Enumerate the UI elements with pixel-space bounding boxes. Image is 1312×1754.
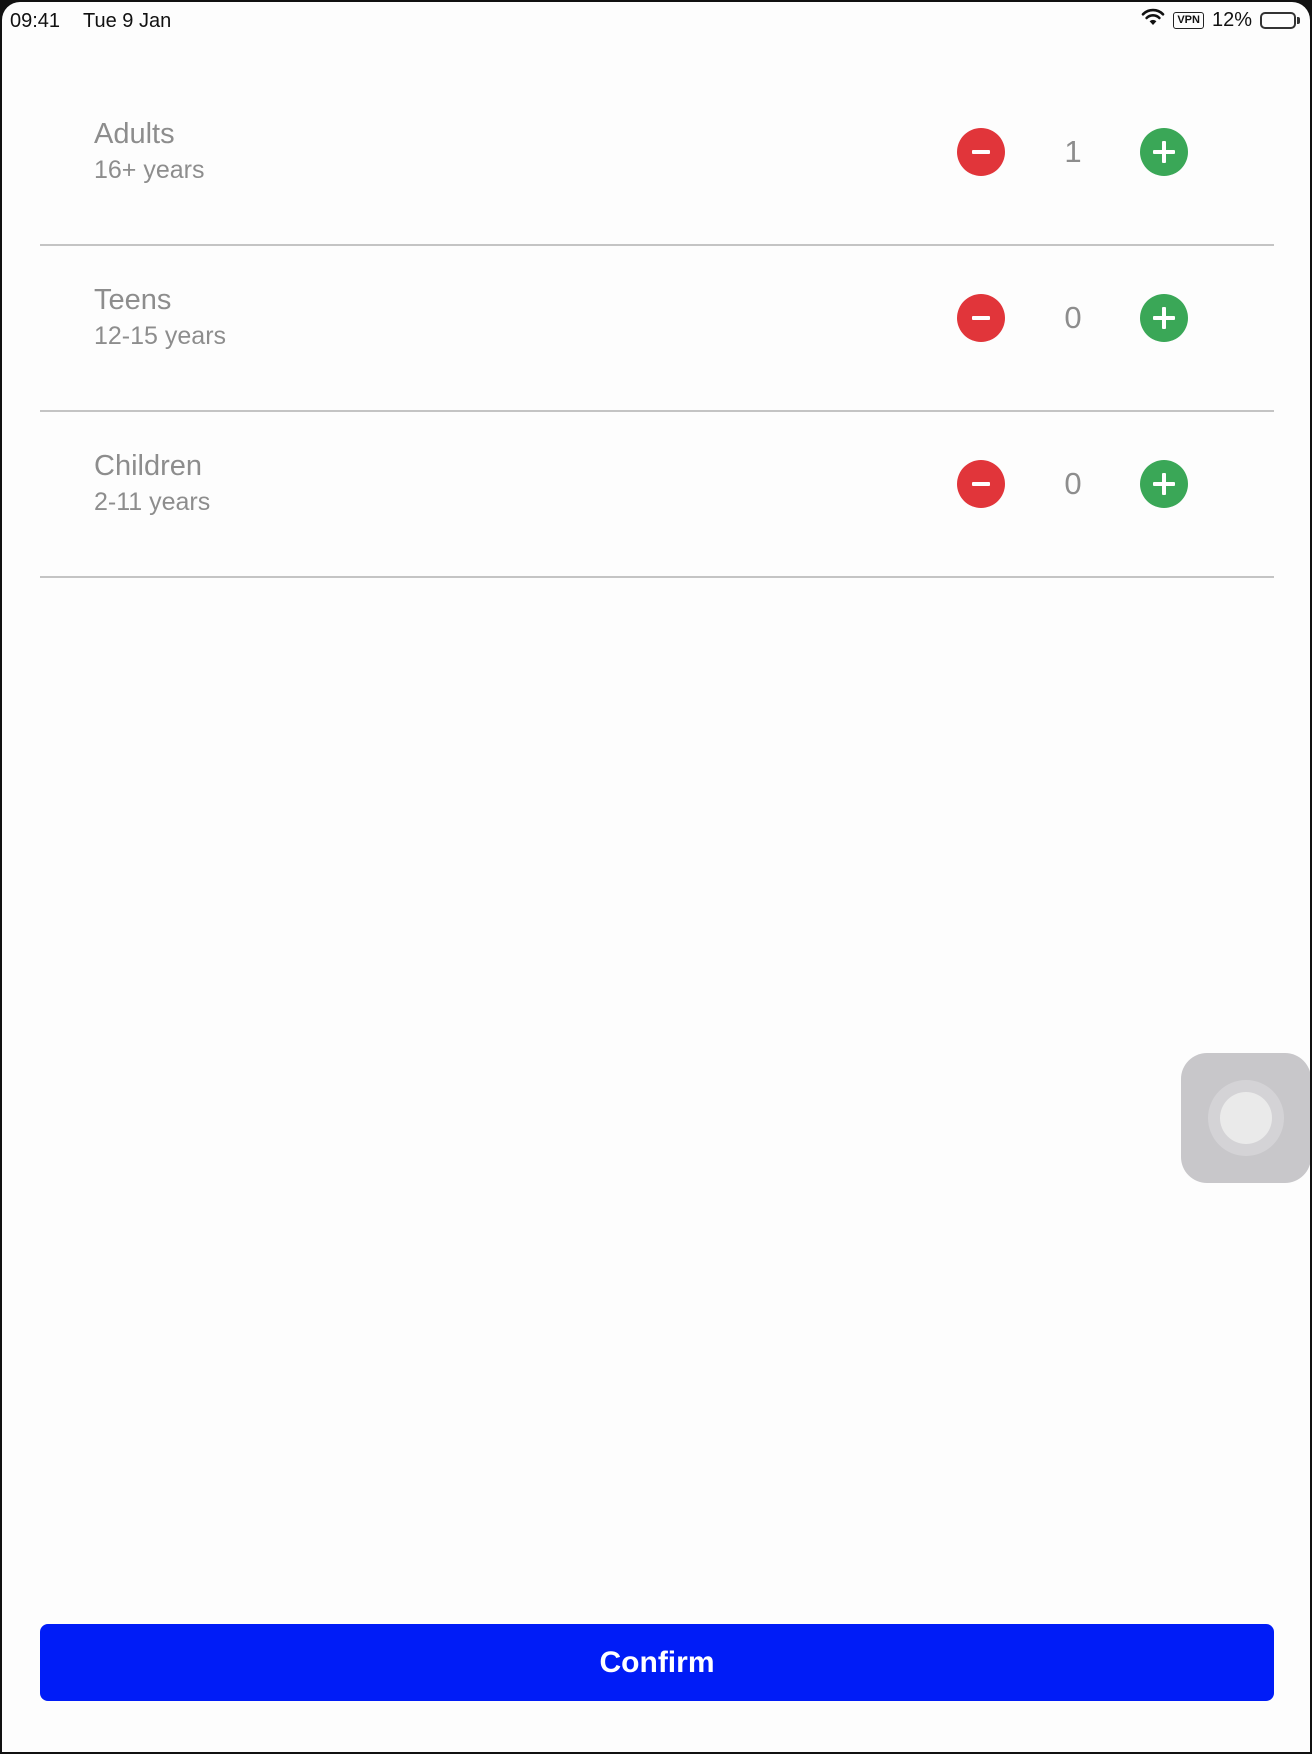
adults-count: 1 xyxy=(1064,134,1082,169)
teens-count: 0 xyxy=(1064,300,1082,335)
plus-icon xyxy=(1153,473,1175,495)
battery-charging-icon xyxy=(1260,11,1300,29)
minus-icon xyxy=(972,482,990,486)
row-title: Teens xyxy=(94,284,172,316)
row-title: Adults xyxy=(94,118,175,150)
status-bar: 09:41 Tue 9 Jan VPN 12% xyxy=(2,2,1310,40)
screen: 09:41 Tue 9 Jan VPN 12% Adults 16+ years xyxy=(2,2,1310,1752)
adults-increment-button[interactable] xyxy=(1140,128,1188,176)
adults-stepper: 1 xyxy=(957,128,1227,178)
teens-increment-button[interactable] xyxy=(1140,294,1188,342)
teens-decrement-button[interactable] xyxy=(957,294,1005,342)
row-subtitle: 16+ years xyxy=(94,156,205,184)
battery-percent: 12% xyxy=(1211,8,1252,31)
minus-icon xyxy=(972,316,990,320)
children-increment-button[interactable] xyxy=(1140,460,1188,508)
minus-icon xyxy=(972,150,990,154)
teens-stepper: 0 xyxy=(957,294,1227,344)
row-subtitle: 12-15 years xyxy=(94,322,227,350)
status-date: Tue 9 Jan xyxy=(83,10,172,32)
status-indicators: VPN 12% xyxy=(1141,8,1300,32)
passenger-row-children: Children 2-11 years 0 xyxy=(40,410,1274,578)
passenger-row-adults: Adults 16+ years 1 xyxy=(40,78,1274,246)
vpn-badge: VPN xyxy=(1173,11,1204,29)
status-time: 09:41 xyxy=(10,10,61,32)
passenger-row-teens: Teens 12-15 years 0 xyxy=(40,244,1274,412)
assistive-touch-icon xyxy=(1208,1080,1284,1156)
plus-icon xyxy=(1153,141,1175,163)
wifi-icon xyxy=(1141,8,1165,32)
adults-decrement-button[interactable] xyxy=(957,128,1005,176)
children-stepper: 0 xyxy=(957,460,1227,510)
children-decrement-button[interactable] xyxy=(957,460,1005,508)
row-title: Children xyxy=(94,450,202,482)
row-subtitle: 2-11 years xyxy=(94,488,211,516)
assistive-touch-button[interactable] xyxy=(1181,1053,1310,1183)
children-count: 0 xyxy=(1064,466,1082,501)
plus-icon xyxy=(1153,307,1175,329)
confirm-button[interactable]: Confirm xyxy=(40,1624,1274,1701)
